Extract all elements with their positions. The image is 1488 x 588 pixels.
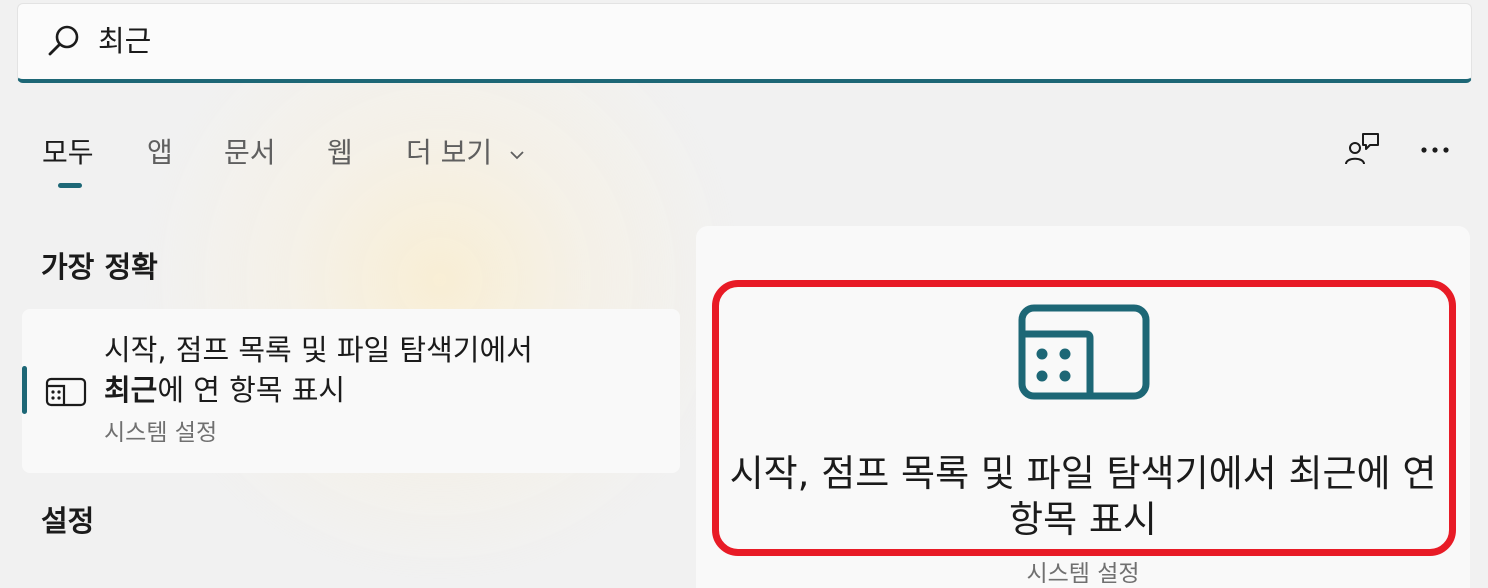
result-title: 시작, 점프 목록 및 파일 탐색기에서 최근에 연 항목 표시 <box>104 330 554 410</box>
result-title-match: 최근 <box>104 373 158 407</box>
result-subtitle: 시스템 설정 <box>104 420 218 446</box>
settings-heading: 설정 <box>41 504 95 538</box>
preview-title: 시작, 점프 목록 및 파일 탐색기에서 최근에 연 항목 표시 <box>729 452 1437 541</box>
selection-indicator <box>22 366 27 414</box>
settings-layout-icon <box>1018 304 1150 400</box>
tab-more[interactable]: 더 보기 <box>406 135 492 171</box>
best-match-heading: 가장 정확 <box>41 250 158 284</box>
chevron-down-icon[interactable] <box>509 147 525 163</box>
result-title-suffix: 에 연 항목 표시 <box>157 373 346 407</box>
settings-layout-icon <box>45 377 87 407</box>
search-icon <box>48 25 79 56</box>
tab-web[interactable]: 웹 <box>327 135 353 171</box>
preview-subtitle: 시스템 설정 <box>1026 561 1140 587</box>
result-title-prefix: 시작, 점프 목록 및 파일 탐색기에서 <box>104 333 533 367</box>
active-tab-indicator <box>58 183 82 188</box>
feedback-icon[interactable] <box>1343 131 1381 167</box>
tab-all[interactable]: 모두 <box>42 135 94 171</box>
search-input[interactable] <box>98 16 1398 62</box>
tab-apps[interactable]: 앱 <box>147 135 173 171</box>
tab-documents[interactable]: 문서 <box>224 135 276 171</box>
more-icon[interactable] <box>1418 140 1452 160</box>
